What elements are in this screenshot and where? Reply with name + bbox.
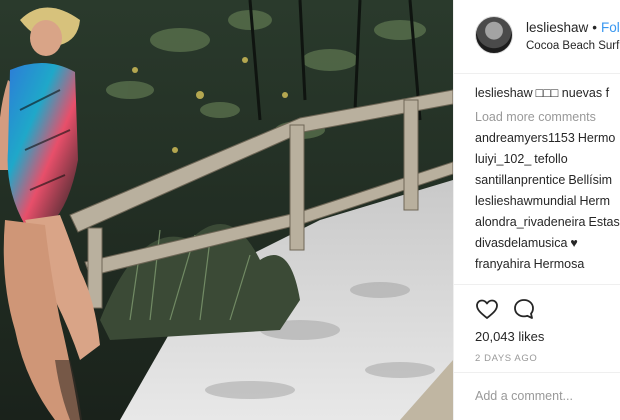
comment-text: tefollo (534, 152, 568, 166)
comment-username[interactable]: leslieshawmundial (475, 194, 576, 208)
comment-username[interactable]: santillanprentice (475, 173, 565, 187)
caption: leslieshaw □□□ nuevas f (475, 86, 620, 110)
load-more-comments-button[interactable]: Load more comments (475, 110, 620, 131)
comment-text: Estas (588, 215, 620, 229)
add-comment-field[interactable]: Add a comment... (454, 372, 620, 420)
list-item: franyahira Hermosa (475, 257, 620, 278)
post-timestamp[interactable]: 2 DAYS AGO (475, 353, 537, 364)
username-link[interactable]: leslieshaw (526, 20, 588, 35)
post-photo[interactable] (0, 0, 453, 420)
list-item: alondra_rivadeneira Estas (475, 215, 620, 236)
comment-text: Hermo (577, 131, 616, 145)
add-comment-placeholder[interactable]: Add a comment... (475, 389, 573, 403)
list-item: luiyi_102_ tefollo (475, 152, 620, 173)
separator-dot: • (592, 20, 598, 35)
comment-username[interactable]: divasdelamusica (475, 236, 567, 250)
avatar[interactable] (475, 16, 513, 54)
post-header: leslieshaw •Follo Cocoa Beach Surf C (454, 0, 620, 74)
comment-username[interactable]: andreamyers1153 (475, 131, 575, 145)
comment-text: Herm (579, 194, 611, 208)
list-item: leslieshawmundial Herm (475, 194, 620, 215)
comment-username[interactable]: luiyi_102_ (475, 152, 531, 166)
comments-list: leslieshaw □□□ nuevas f Load more comment… (475, 86, 620, 278)
post-details-panel: leslieshaw •Follo Cocoa Beach Surf C lesl… (453, 0, 620, 420)
comment-text: Hermosa (533, 257, 585, 271)
comment-username[interactable]: alondra_rivadeneira (475, 215, 586, 229)
beach-boardwalk-photo (0, 0, 453, 420)
location-link[interactable]: Cocoa Beach Surf C (526, 40, 620, 52)
list-item: santillanprentice Bellísim (475, 173, 620, 194)
list-item: andreamyers1153 Hermo (475, 131, 620, 152)
comment-text: □□□ nuevas f (535, 86, 610, 100)
comment-bubble-icon[interactable] (512, 297, 536, 321)
comment-text: ♥ (570, 236, 578, 250)
comment-username[interactable]: franyahira (475, 257, 531, 271)
likes-count[interactable]: 20,043 likes (475, 329, 544, 344)
list-item: divasdelamusica ♥ (475, 236, 620, 257)
comment-username[interactable]: leslieshaw (475, 86, 533, 100)
follow-button[interactable]: Follo (601, 20, 620, 35)
comment-text: Bellísim (568, 173, 613, 187)
heart-icon[interactable] (475, 297, 499, 321)
username-row: leslieshaw •Follo (526, 20, 620, 35)
